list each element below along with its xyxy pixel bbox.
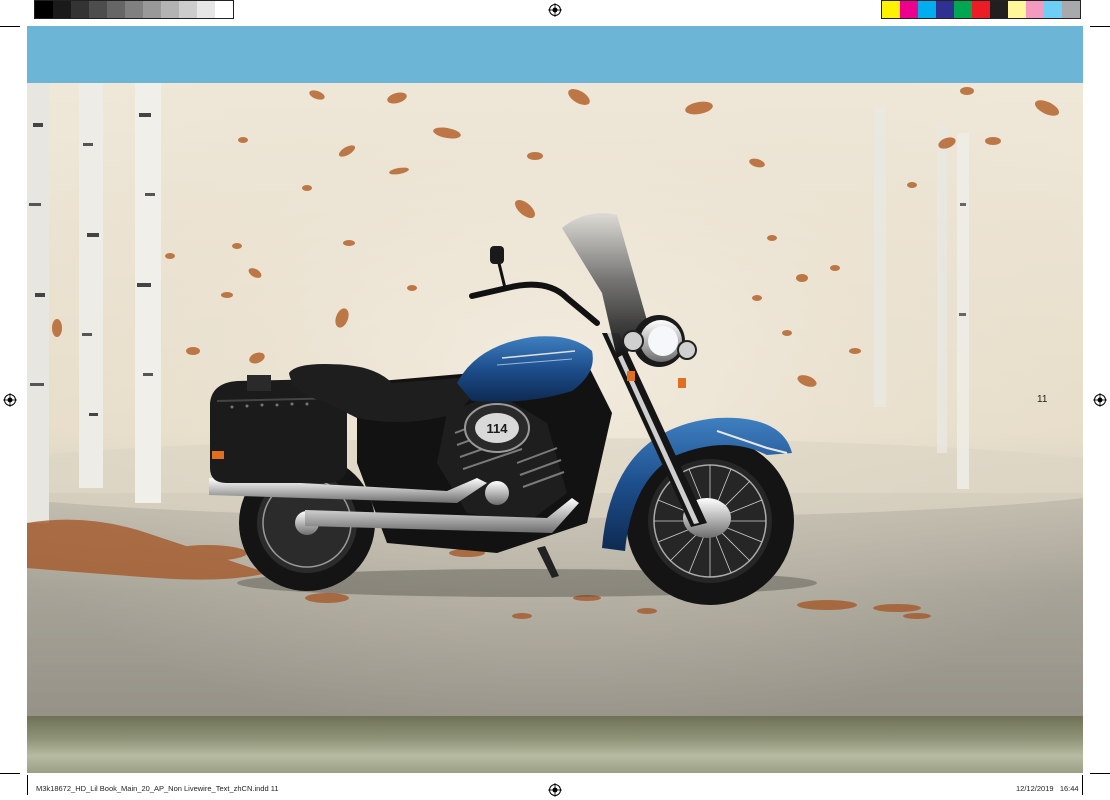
crop-mark [27, 775, 28, 795]
gray-swatch [107, 1, 125, 18]
color-swatch [936, 1, 954, 18]
gray-swatch [215, 1, 233, 18]
footer-date: 12/12/2019 [1016, 784, 1054, 793]
color-swatch [1044, 1, 1062, 18]
registration-mark-right [1093, 393, 1107, 407]
color-swatch [990, 1, 1008, 18]
footer-file-label: M3k18672_HD_Lil Book_Main_20_AP_Non Live… [36, 784, 279, 793]
crop-mark [1090, 773, 1110, 774]
gray-swatch [179, 1, 197, 18]
color-swatch [972, 1, 990, 18]
registration-mark-top [548, 3, 562, 17]
color-calibration-strip [881, 0, 1081, 19]
top-blue-band [27, 26, 1083, 83]
motorcycle-scene: 114 [27, 83, 1083, 716]
footer-time: 16:44 [1059, 784, 1079, 793]
gray-swatch [35, 1, 53, 18]
crop-mark [1082, 775, 1083, 795]
bottom-green-band [27, 716, 1083, 773]
footer-timestamp: 12/12/2019 16:44 [1016, 784, 1079, 793]
motorcycle-photo: 114 [27, 83, 1083, 716]
gray-swatch [161, 1, 179, 18]
crop-mark [1090, 26, 1110, 27]
registration-mark-left [3, 393, 17, 407]
color-swatch [900, 1, 918, 18]
color-swatch [1008, 1, 1026, 18]
gray-swatch [89, 1, 107, 18]
gray-swatch [53, 1, 71, 18]
color-swatch [954, 1, 972, 18]
gray-swatch [143, 1, 161, 18]
engine-badge: 114 [487, 421, 509, 436]
gray-swatch [197, 1, 215, 18]
color-swatch [1062, 1, 1080, 18]
color-swatch [882, 1, 900, 18]
color-swatch [1026, 1, 1044, 18]
gray-calibration-strip [34, 0, 234, 19]
crop-mark [0, 26, 20, 27]
gray-swatch [71, 1, 89, 18]
gray-swatch [125, 1, 143, 18]
registration-mark-bottom [548, 783, 562, 797]
color-swatch [918, 1, 936, 18]
crop-mark [0, 773, 20, 774]
page-number: 11 [1037, 394, 1048, 405]
